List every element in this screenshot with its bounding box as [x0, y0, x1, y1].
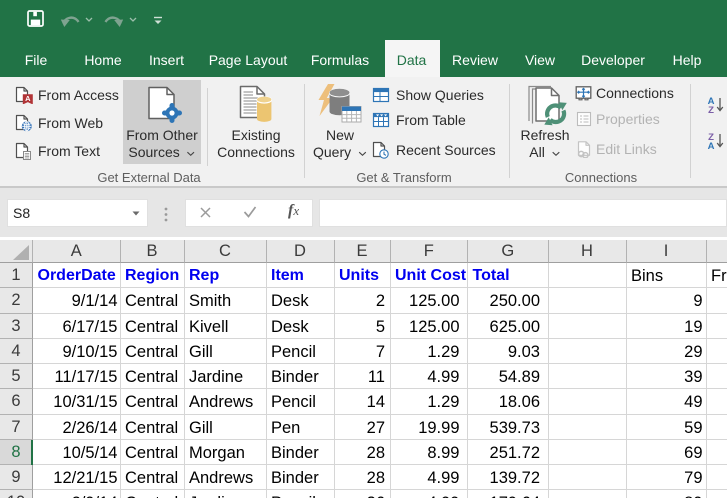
svg-text:Z: Z: [708, 105, 714, 115]
svg-text:A: A: [708, 141, 715, 151]
svg-text:A: A: [25, 94, 31, 103]
